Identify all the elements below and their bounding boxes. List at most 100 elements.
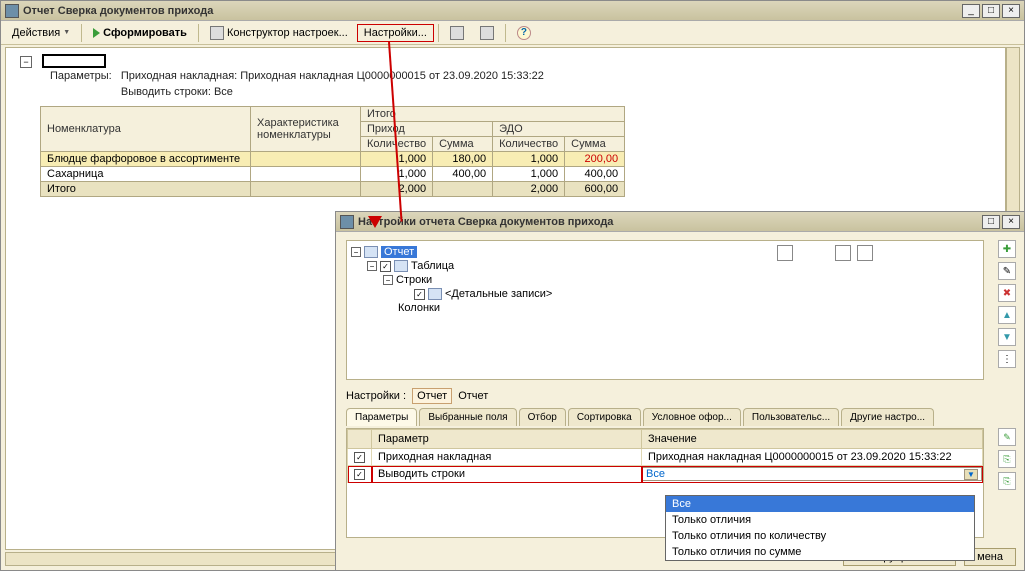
- app-icon: [5, 4, 19, 18]
- actions-menu[interactable]: Действия ▼: [5, 24, 77, 42]
- tab-other[interactable]: Другие настро...: [841, 408, 934, 426]
- settings-tabs: Параметры Выбранные поля Отбор Сортировк…: [346, 408, 984, 426]
- help-button[interactable]: ?: [510, 23, 538, 43]
- cell-s2: 400,00: [565, 167, 625, 182]
- tab-fields[interactable]: Выбранные поля: [419, 408, 516, 426]
- tree-side-toolbar: ✚ ✎ ✖ ▲ ▼ ⋮: [998, 240, 1020, 372]
- params-label: Параметры:: [50, 70, 112, 82]
- param-name: Приходная накладная: [372, 449, 642, 466]
- cell-q2: 1,000: [493, 152, 565, 167]
- cell-name: Блюдце фарфоровое в ассортименте: [41, 152, 251, 167]
- more-icon[interactable]: ⋮: [998, 350, 1016, 368]
- report-table: Номенклатура Характеристика номенклатуры…: [40, 106, 625, 197]
- dropdown-option[interactable]: Только отличия по количеству: [666, 528, 974, 544]
- param-edit-icon[interactable]: ✎: [998, 428, 1016, 446]
- down-icon[interactable]: ▼: [998, 328, 1016, 346]
- param-value[interactable]: Приходная накладная Ц0000000015 от 23.09…: [642, 449, 983, 466]
- add-icon[interactable]: ✚: [998, 240, 1016, 258]
- value-text: Все: [646, 468, 665, 480]
- checkbox[interactable]: ✓: [380, 261, 391, 272]
- tree-node-table[interactable]: Таблица: [411, 260, 454, 272]
- delete-icon[interactable]: ✖: [998, 284, 1016, 302]
- dropdown-option[interactable]: Только отличия по сумме: [666, 544, 974, 560]
- value-dropdown[interactable]: Все Только отличия Только отличия по кол…: [665, 495, 975, 561]
- collapse-button[interactable]: −: [20, 56, 32, 68]
- checkbox[interactable]: ✓: [354, 469, 365, 480]
- doc-icon: [450, 26, 464, 40]
- tree-tool-2[interactable]: [835, 245, 851, 261]
- cell-name: Сахарница: [41, 167, 251, 182]
- param-tool-1[interactable]: ⎘: [998, 450, 1016, 468]
- cell-s1: 180,00: [433, 152, 493, 167]
- dropdown-option[interactable]: Только отличия: [666, 512, 974, 528]
- cell-char: [251, 152, 361, 167]
- close-button[interactable]: ×: [1002, 4, 1020, 18]
- maximize-button[interactable]: □: [982, 4, 1000, 18]
- cell-q2: 1,000: [493, 167, 565, 182]
- expand-icon[interactable]: −: [351, 247, 361, 257]
- actions-label: Действия: [12, 27, 60, 39]
- col-prihod: Приход: [361, 122, 493, 137]
- settings-title: Настройки отчета Сверка документов прихо…: [358, 216, 980, 228]
- settings-path-value[interactable]: Отчет: [412, 388, 452, 404]
- settings-titlebar[interactable]: Настройки отчета Сверка документов прихо…: [336, 212, 1024, 232]
- tab-user[interactable]: Пользовательс...: [743, 408, 839, 426]
- main-toolbar: Действия ▼ Сформировать Конструктор наст…: [1, 21, 1024, 45]
- settings-path-value2: Отчет: [458, 390, 488, 402]
- tab-filter[interactable]: Отбор: [519, 408, 566, 426]
- settings-label: Настройки...: [364, 27, 427, 39]
- cell-char: [251, 167, 361, 182]
- col-param: Параметр: [372, 430, 642, 449]
- param-line-2: Выводить строки: Все: [121, 86, 233, 98]
- cell-ts2: 600,00: [565, 182, 625, 197]
- table-row-total: Итого 2,000 2,000 600,00: [41, 182, 625, 197]
- col-nomen: Номенклатура: [41, 107, 251, 152]
- checkbox[interactable]: ✓: [414, 289, 425, 300]
- settings-button[interactable]: Настройки...: [357, 24, 434, 42]
- table-row[interactable]: Блюдце фарфоровое в ассортименте 1,000 1…: [41, 152, 625, 167]
- dropdown-button[interactable]: ▼: [964, 469, 978, 480]
- structure-tree[interactable]: −Отчет −✓Таблица −Строки ✓<Детальные зап…: [346, 240, 984, 380]
- tool-icon-2[interactable]: [473, 23, 501, 43]
- cell-tq1: 2,000: [361, 182, 433, 197]
- tree-node-rows[interactable]: Строки: [396, 274, 432, 286]
- tool-icon-1[interactable]: [443, 23, 471, 43]
- settings-path: Настройки : Отчет Отчет: [346, 388, 488, 404]
- dropdown-option[interactable]: Все: [666, 496, 974, 512]
- expand-icon[interactable]: −: [367, 261, 377, 271]
- tree-node-report[interactable]: Отчет: [381, 246, 417, 258]
- param-row-active[interactable]: ✓ Выводить строки Все ▼: [348, 466, 983, 483]
- col-value: Значение: [642, 430, 983, 449]
- value-input[interactable]: Все ▼: [642, 467, 982, 481]
- col-edo: ЭДО: [493, 122, 625, 137]
- settings-close-button[interactable]: ×: [1002, 215, 1020, 229]
- param-side-toolbar: ✎ ⎘ ⎘: [998, 428, 1020, 494]
- dialog-icon: [340, 215, 354, 229]
- settings-maximize-button[interactable]: □: [982, 215, 1000, 229]
- help-icon: ?: [517, 26, 531, 40]
- tab-conditional[interactable]: Условное офор...: [643, 408, 741, 426]
- report-icon: [364, 246, 378, 258]
- checkbox[interactable]: ✓: [354, 452, 365, 463]
- minimize-button[interactable]: _: [962, 4, 980, 18]
- tree-tool-3[interactable]: [857, 245, 873, 261]
- detail-icon: [428, 288, 442, 300]
- up-icon[interactable]: ▲: [998, 306, 1016, 324]
- tab-parameters[interactable]: Параметры: [346, 408, 417, 426]
- expand-icon[interactable]: −: [383, 275, 393, 285]
- param-line-1: Приходная накладная: Приходная накладная…: [121, 70, 544, 82]
- param-tool-2[interactable]: ⎘: [998, 472, 1016, 490]
- param-row[interactable]: ✓ Приходная накладная Приходная накладна…: [348, 449, 983, 466]
- separator: [198, 24, 199, 42]
- tree-node-cols[interactable]: Колонки: [398, 302, 440, 314]
- constructor-button[interactable]: Конструктор настроек...: [203, 23, 355, 43]
- annotation-arrow-head: [368, 216, 382, 228]
- table-row[interactable]: Сахарница 1,000 400,00 1,000 400,00: [41, 167, 625, 182]
- main-title: Отчет Сверка документов прихода: [23, 5, 960, 17]
- tab-sort[interactable]: Сортировка: [568, 408, 641, 426]
- tree-node-detail[interactable]: <Детальные записи>: [445, 288, 552, 300]
- tree-tool-1[interactable]: [777, 245, 793, 261]
- generate-button[interactable]: Сформировать: [86, 24, 194, 42]
- col-sum1: Сумма: [433, 137, 493, 152]
- edit-icon[interactable]: ✎: [998, 262, 1016, 280]
